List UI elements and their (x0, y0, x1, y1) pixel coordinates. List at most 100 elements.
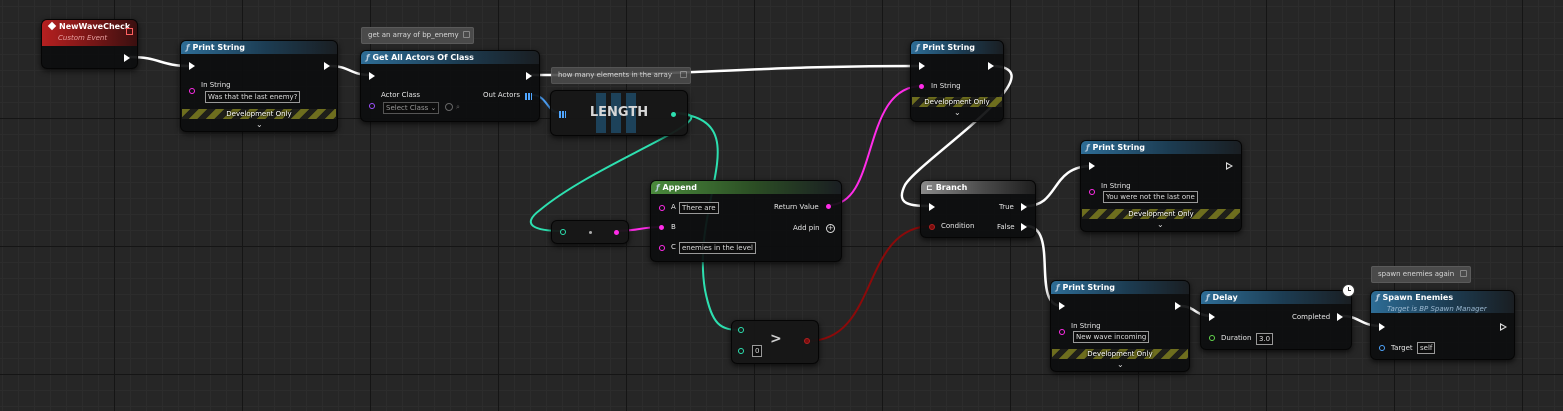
in-string-pin[interactable] (919, 84, 924, 89)
branch-node[interactable]: ⊏ Branch Condition True False (920, 180, 1036, 238)
completed-exec-pin[interactable] (1337, 313, 1343, 321)
node-header[interactable]: ƒ Print String (911, 41, 1003, 54)
exec-out-hollow-inner (1501, 325, 1505, 329)
int-to-string-node[interactable] (551, 220, 629, 244)
exec-out-pin[interactable] (988, 62, 994, 70)
node-header[interactable]: ƒ Print String (181, 41, 337, 54)
comment-spawn[interactable]: spawn enemies again (1371, 266, 1472, 283)
exec-out-pin[interactable] (324, 62, 330, 70)
exec-in-pin[interactable] (919, 62, 925, 70)
b-label: B (671, 223, 676, 231)
event-subtitle: Custom Event (58, 34, 108, 42)
length-node[interactable]: LENGTH (550, 90, 688, 136)
return-value-pin[interactable] (826, 204, 831, 209)
exec-out-pin[interactable] (1175, 302, 1181, 310)
in-string-input[interactable]: Was that the last enemy? (205, 91, 301, 103)
pin-comment-icon[interactable] (462, 31, 470, 38)
node-subtitle: Target is BP Spawn Manager (1387, 305, 1487, 313)
spawn-enemies-node[interactable]: ƒ Spawn Enemies Target is BP Spawn Manage… (1370, 290, 1515, 360)
a-int-pin[interactable] (738, 327, 744, 333)
exec-in-pin[interactable] (1059, 302, 1065, 310)
print-string-node-2[interactable]: ƒ Print String In String Development Only… (910, 40, 1004, 122)
duration-input[interactable]: 3.0 (1256, 333, 1274, 345)
actor-class-label: Actor Class (381, 91, 421, 99)
append-node[interactable]: ƒ Append A There are B C enemies in the l… (650, 180, 842, 262)
exec-out-pin[interactable] (526, 72, 532, 80)
greater-than-node[interactable]: 0 > (731, 320, 819, 364)
event-node-header[interactable]: NewWaveCheck Custom Event (42, 20, 137, 46)
false-exec-pin[interactable] (1021, 223, 1027, 231)
exec-out-pin[interactable] (124, 54, 130, 62)
select-class-dropdown[interactable]: Select Class ⌄ (383, 102, 439, 114)
a-input[interactable]: There are (679, 202, 719, 214)
print-string-node-3[interactable]: ƒ Print String In String You were not the… (1080, 140, 1242, 232)
in-string-input[interactable]: You were not the last one (1103, 191, 1198, 203)
c-pin[interactable] (659, 245, 665, 251)
length-out-pin[interactable] (671, 112, 676, 117)
a-pin[interactable] (659, 205, 665, 211)
exec-in-pin[interactable] (1089, 162, 1095, 170)
in-string-label: In String (1071, 322, 1101, 330)
true-label: True (999, 203, 1014, 211)
duration-pin[interactable] (1209, 335, 1215, 341)
print-string-node-1[interactable]: ƒ Print String In String Was that the las… (180, 40, 338, 132)
target-pin[interactable] (1379, 345, 1385, 351)
return-value-label: Return Value (774, 203, 819, 211)
condition-pin[interactable] (929, 224, 935, 230)
add-pin-icon[interactable]: + (826, 224, 835, 233)
clock-icon (1342, 284, 1355, 297)
exec-in-pin[interactable] (369, 72, 375, 80)
expand-chevron-icon[interactable]: ⌄ (1157, 221, 1164, 229)
node-header[interactable]: ƒ Print String (1051, 281, 1189, 294)
condition-label: Condition (941, 222, 975, 230)
pin-comment-icon[interactable] (1460, 270, 1468, 277)
array-pin-icon[interactable] (525, 93, 532, 100)
in-string-input[interactable]: New wave incoming (1073, 331, 1150, 343)
string-out-pin[interactable] (614, 230, 619, 235)
int-in-pin[interactable] (560, 229, 566, 235)
expand-chevron-icon[interactable]: ⌄ (954, 109, 961, 117)
exec-in-pin[interactable] (1379, 323, 1385, 331)
comment-get-all-actors[interactable]: get an array of bp_enemy (361, 27, 474, 44)
node-header[interactable]: ƒ Delay (1201, 291, 1351, 304)
add-pin-label[interactable]: Add pin (793, 224, 820, 232)
get-all-actors-of-class-node[interactable]: ƒ Get All Actors Of Class Actor Class Sel… (360, 50, 540, 122)
exec-in-pin[interactable] (929, 203, 935, 211)
node-header[interactable]: ƒ Get All Actors Of Class (361, 51, 539, 64)
exec-in-pin[interactable] (1209, 313, 1215, 321)
actor-class-pin[interactable] (369, 103, 375, 109)
delegate-pin-icon[interactable] (126, 28, 133, 35)
browse-icon[interactable] (445, 103, 453, 111)
bool-out-pin[interactable] (804, 338, 810, 344)
event-title: NewWaveCheck (59, 22, 131, 31)
comment-text: spawn enemies again (1378, 270, 1455, 278)
search-icon[interactable]: ⌕ (456, 103, 460, 112)
in-string-pin[interactable] (189, 88, 195, 94)
comment-length[interactable]: how many elements in the array (551, 67, 691, 84)
node-header[interactable]: ƒ Print String (1081, 141, 1241, 154)
in-string-pin[interactable] (1059, 329, 1065, 335)
b-pin[interactable] (659, 225, 664, 230)
delay-node[interactable]: ƒ Delay Completed Duration 3.0 (1200, 284, 1355, 350)
in-string-pin[interactable] (1089, 189, 1095, 195)
pin-comment-icon[interactable] (680, 71, 687, 78)
false-label: False (997, 223, 1015, 231)
function-icon: ƒ (1056, 283, 1060, 292)
print-string-node-4[interactable]: ƒ Print String In String New wave incomin… (1050, 280, 1190, 372)
array-in-pin[interactable] (559, 111, 566, 118)
in-string-label: In String (931, 82, 961, 90)
node-header[interactable]: ƒ Spawn Enemies Target is BP Spawn Manage… (1371, 291, 1514, 313)
event-node-newwavecheck[interactable]: NewWaveCheck Custom Event (41, 19, 138, 69)
b-int-input[interactable]: 0 (752, 345, 763, 357)
expand-chevron-icon[interactable]: ⌄ (1117, 361, 1124, 369)
node-header[interactable]: ƒ Append (651, 181, 841, 194)
target-input[interactable]: self (1417, 342, 1436, 354)
operator-label: > (770, 331, 782, 347)
event-diamond-icon (47, 21, 57, 31)
node-header[interactable]: ⊏ Branch (921, 181, 1035, 194)
true-exec-pin[interactable] (1021, 203, 1027, 211)
b-int-pin[interactable] (738, 348, 744, 354)
c-input[interactable]: enemies in the level (679, 242, 756, 254)
exec-in-pin[interactable] (189, 62, 195, 70)
expand-chevron-icon[interactable]: ⌄ (256, 121, 263, 129)
